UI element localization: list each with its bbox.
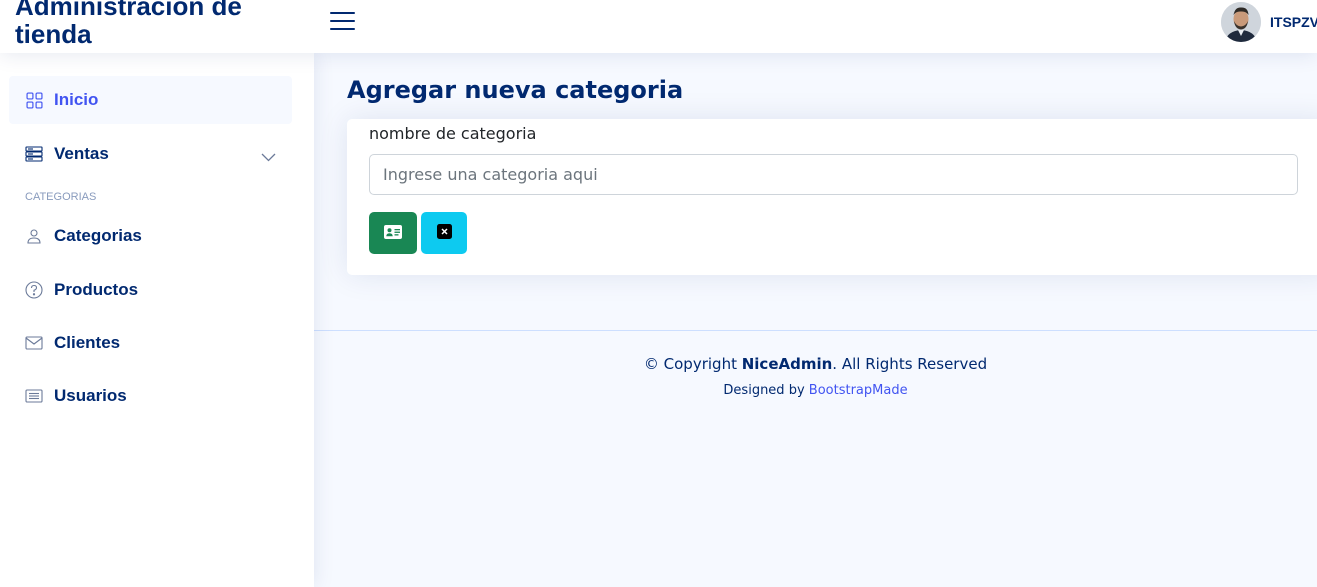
logo-line-2: tienda [15, 19, 92, 49]
grid-icon [25, 91, 43, 109]
category-name-input[interactable] [369, 154, 1298, 195]
sidebar-item-categorias[interactable]: Categorias [9, 212, 292, 260]
app-logo-title[interactable]: Administracion de tienda [15, 0, 305, 48]
sidebar-item-productos[interactable]: Productos [9, 266, 292, 314]
username-label[interactable]: ITSPZV [1270, 14, 1317, 30]
question-circle-icon [25, 281, 43, 299]
id-card-icon [384, 224, 402, 242]
list-card-icon [25, 387, 43, 405]
logo-line-1: Administracion de [15, 0, 242, 21]
footer: © Copyright NiceAdmin. All Rights Reserv… [314, 330, 1317, 398]
cancel-button[interactable] [421, 212, 467, 254]
person-icon [25, 227, 43, 245]
top-header: Administracion de tienda ITSPZV [0, 0, 1317, 53]
copyright-brand: NiceAdmin [741, 355, 833, 373]
server-list-icon [25, 145, 43, 163]
sidebar-item-label: Clientes [54, 333, 121, 352]
copyright-suffix: . All Rights Reserved [832, 355, 988, 373]
sidebar-item-clientes[interactable]: Clientes [9, 319, 292, 367]
sidebar-item-ventas[interactable]: Ventas [9, 130, 292, 178]
envelope-icon [25, 334, 43, 352]
designed-by-label: Designed by [723, 383, 809, 398]
avatar[interactable] [1221, 2, 1261, 42]
save-button[interactable] [369, 212, 417, 254]
sidebar-item-inicio[interactable]: Inicio [9, 76, 292, 124]
credits-text: Designed by BootstrapMade [314, 383, 1317, 398]
category-form-card: nombre de categoria [347, 119, 1317, 275]
page-title: Agregar nueva categoria [347, 76, 684, 104]
sidebar-item-label: Productos [54, 280, 139, 299]
sidebar-item-usuarios[interactable]: Usuarios [9, 372, 292, 420]
nav-heading-categorias: CATEGORIAS [25, 191, 97, 203]
sidebar: Inicio Ventas CATEGORIAS Categorias Prod… [0, 53, 314, 587]
sidebar-item-label: Inicio [54, 90, 99, 109]
category-name-label: nombre de categoria [369, 124, 537, 143]
x-square-icon [436, 224, 452, 242]
hamburger-menu-icon[interactable] [330, 11, 356, 33]
copyright-prefix: © Copyright [643, 355, 742, 373]
chevron-down-icon[interactable] [261, 147, 276, 166]
sidebar-item-label: Categorias [54, 226, 142, 245]
sidebar-item-label: Ventas [54, 144, 109, 163]
sidebar-item-label: Usuarios [54, 386, 127, 405]
designer-link[interactable]: BootstrapMade [809, 383, 908, 398]
copyright-text: © Copyright NiceAdmin. All Rights Reserv… [314, 355, 1317, 373]
